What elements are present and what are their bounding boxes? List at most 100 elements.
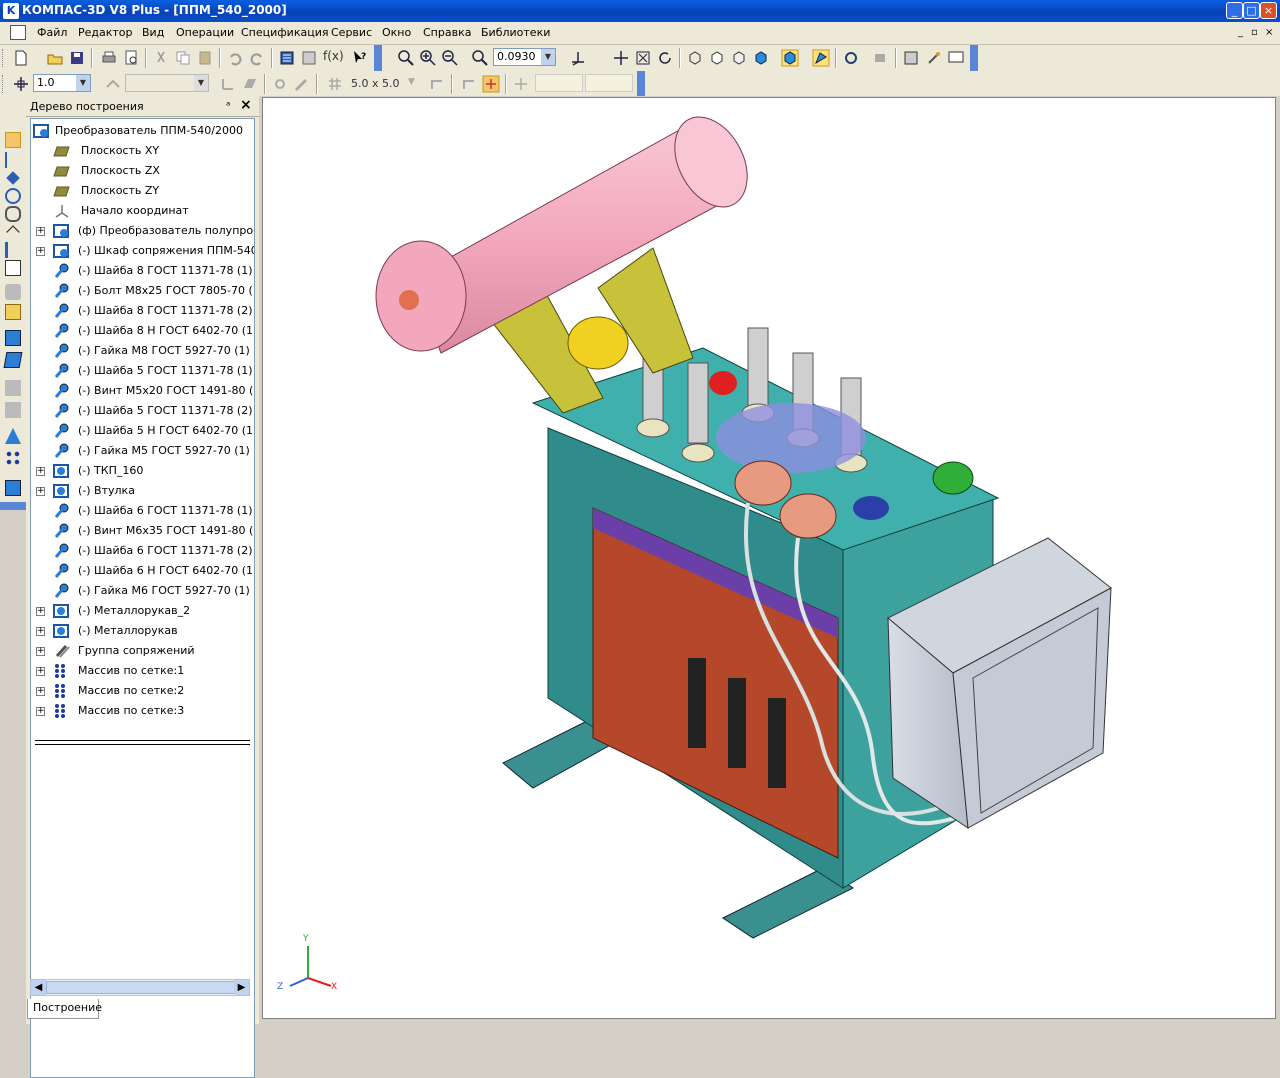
tree-node[interactable]: (-) Шайба 5 Н ГОСТ 6402-70 (1) xyxy=(31,421,254,441)
shaded-icon[interactable] xyxy=(752,49,770,67)
rebuild-icon[interactable] xyxy=(842,49,860,67)
tree-node[interactable]: + (-) Металлорукав_2 xyxy=(31,601,254,621)
surface-icon[interactable] xyxy=(6,171,20,185)
component-icon[interactable] xyxy=(872,49,890,67)
layer-icon[interactable] xyxy=(104,75,122,93)
snap-icon[interactable] xyxy=(271,75,289,93)
tree-node[interactable]: (-) Гайка М8 ГОСТ 5927-70 (1) xyxy=(31,341,254,361)
line-width-field[interactable]: 1.0 ▼ xyxy=(33,74,91,92)
perspective-icon[interactable] xyxy=(812,49,830,67)
copy-icon[interactable] xyxy=(174,49,192,67)
menu-service[interactable]: Сервис xyxy=(331,26,372,39)
pin-icon[interactable]: ᵃ xyxy=(226,99,230,112)
expand-plus-icon[interactable]: + xyxy=(36,627,45,636)
chevron-down-icon[interactable]: ▼ xyxy=(194,75,208,91)
rotate-component-icon[interactable] xyxy=(5,402,21,418)
expand-plus-icon[interactable]: + xyxy=(36,607,45,616)
snap-settings-icon[interactable] xyxy=(293,75,311,93)
tree-node[interactable]: Начало координат xyxy=(31,201,254,221)
menu-operations[interactable]: Операции xyxy=(176,26,234,39)
hidden-dim-icon[interactable] xyxy=(730,49,748,67)
orientation-icon[interactable] xyxy=(569,49,587,67)
monitor-icon[interactable] xyxy=(947,49,965,67)
tree-node[interactable]: (-) Шайба 5 ГОСТ 11371-78 (1) xyxy=(31,361,254,381)
tree-node[interactable]: Преобразователь ППМ-540/2000 xyxy=(31,121,254,141)
edit-assembly-icon[interactable] xyxy=(5,132,21,148)
expand-plus-icon[interactable]: + xyxy=(36,227,45,236)
menu-view[interactable]: Вид xyxy=(142,26,164,39)
tree-node[interactable]: + (-) Втулка xyxy=(31,481,254,501)
local-cs-icon[interactable] xyxy=(219,75,237,93)
rotate-icon[interactable] xyxy=(656,49,674,67)
app-icon[interactable]: K xyxy=(3,3,19,19)
hidden-lines-icon[interactable] xyxy=(708,49,726,67)
layer-field[interactable]: ▼ xyxy=(125,74,209,92)
zoom-fit-icon[interactable] xyxy=(634,49,652,67)
menu-editor[interactable]: Редактор xyxy=(78,26,133,39)
expand-plus-icon[interactable]: + xyxy=(36,467,45,476)
document-icon[interactable] xyxy=(10,25,26,40)
coordinates-icon[interactable] xyxy=(512,75,530,93)
tree-node[interactable]: (-) Винт М5х20 ГОСТ 1491-80 (1) xyxy=(31,381,254,401)
horizontal-scrollbar[interactable]: ◀ ▶ xyxy=(30,979,250,996)
zoom-window-icon[interactable] xyxy=(397,49,415,67)
measure-icon[interactable] xyxy=(5,188,21,204)
open-folder-icon[interactable] xyxy=(46,49,64,67)
minimize-button[interactable]: _ xyxy=(1226,2,1243,19)
place-component-icon[interactable] xyxy=(5,330,21,346)
coord-x-field[interactable] xyxy=(535,74,583,92)
new-document-icon[interactable] xyxy=(12,49,30,67)
tree-node[interactable]: + (-) Металлорукав xyxy=(31,621,254,641)
chevron-down-icon[interactable]: ▼ xyxy=(408,77,415,87)
tree-node[interactable]: + Массив по сетке:2 xyxy=(31,681,254,701)
tree-node[interactable]: + (ф) Преобразователь полупроводн xyxy=(31,221,254,241)
move-icon[interactable] xyxy=(5,380,21,396)
tree-node[interactable]: Плоскость ZY xyxy=(31,181,254,201)
scroll-right-icon[interactable]: ▶ xyxy=(234,980,249,995)
tree-node[interactable]: + Массив по сетке:3 xyxy=(31,701,254,721)
round-icon[interactable] xyxy=(460,75,478,93)
scroll-left-icon[interactable]: ◀ xyxy=(31,980,46,995)
zoom-scale-icon[interactable] xyxy=(471,49,489,67)
menu-libraries[interactable]: Библиотеки xyxy=(481,26,550,39)
mate-icon[interactable] xyxy=(5,428,21,444)
expand-plus-icon[interactable]: + xyxy=(36,707,45,716)
tree-icon[interactable] xyxy=(278,49,296,67)
mdi-minimize-button[interactable]: _ xyxy=(1238,27,1243,38)
menu-window[interactable]: Окно xyxy=(382,26,411,39)
expand-plus-icon[interactable]: + xyxy=(36,647,45,656)
pan-icon[interactable] xyxy=(612,49,630,67)
chevron-down-icon[interactable]: ▼ xyxy=(541,49,555,65)
expand-plus-icon[interactable]: + xyxy=(36,247,45,256)
tree-node[interactable]: Плоскость XY xyxy=(31,141,254,161)
close-button[interactable]: × xyxy=(1260,2,1277,19)
tree-node[interactable]: (-) Шайба 6 ГОСТ 11371-78 (2) xyxy=(31,541,254,561)
ortho-icon[interactable] xyxy=(428,75,446,93)
clip-icon[interactable] xyxy=(5,206,21,222)
open-component-icon[interactable] xyxy=(5,304,21,320)
spec-icon[interactable] xyxy=(5,260,21,276)
tree-node[interactable]: (-) Шайба 5 ГОСТ 11371-78 (2) xyxy=(31,401,254,421)
tree-node[interactable]: (-) Шайба 8 Н ГОСТ 6402-70 (1) xyxy=(31,321,254,341)
filter-icon[interactable] xyxy=(5,242,21,258)
sketch-plane-icon[interactable] xyxy=(241,75,259,93)
close-icon[interactable]: × xyxy=(240,97,252,113)
collision-icon[interactable] xyxy=(5,480,21,496)
cut-icon[interactable] xyxy=(152,49,170,67)
menu-help[interactable]: Справка xyxy=(423,26,471,39)
undo-icon[interactable] xyxy=(226,49,244,67)
menu-specification[interactable]: Спецификация xyxy=(241,26,328,39)
tree-node[interactable]: + (-) ТКП_160 xyxy=(31,461,254,481)
scroll-thumb[interactable] xyxy=(46,981,236,994)
tree-node[interactable]: + Группа сопряжений xyxy=(31,641,254,661)
wireframe-icon[interactable] xyxy=(686,49,704,67)
pattern-icon[interactable] xyxy=(5,450,21,466)
array-icon[interactable] xyxy=(3,352,23,368)
zoom-scale-field[interactable]: 0.0930 ▼ xyxy=(493,48,556,66)
tree-node[interactable]: (-) Шайба 6 Н ГОСТ 6402-70 (1) xyxy=(31,561,254,581)
tree-node[interactable]: (-) Шайба 8 ГОСТ 11371-78 (1) xyxy=(31,261,254,281)
tree-node[interactable]: (-) Шайба 8 ГОСТ 11371-78 (2) xyxy=(31,301,254,321)
chevron-down-icon[interactable]: ▼ xyxy=(76,75,90,91)
tree-node[interactable]: + (-) Шкаф сопряжения ППМ-540/200 xyxy=(31,241,254,261)
redo-icon[interactable] xyxy=(248,49,266,67)
